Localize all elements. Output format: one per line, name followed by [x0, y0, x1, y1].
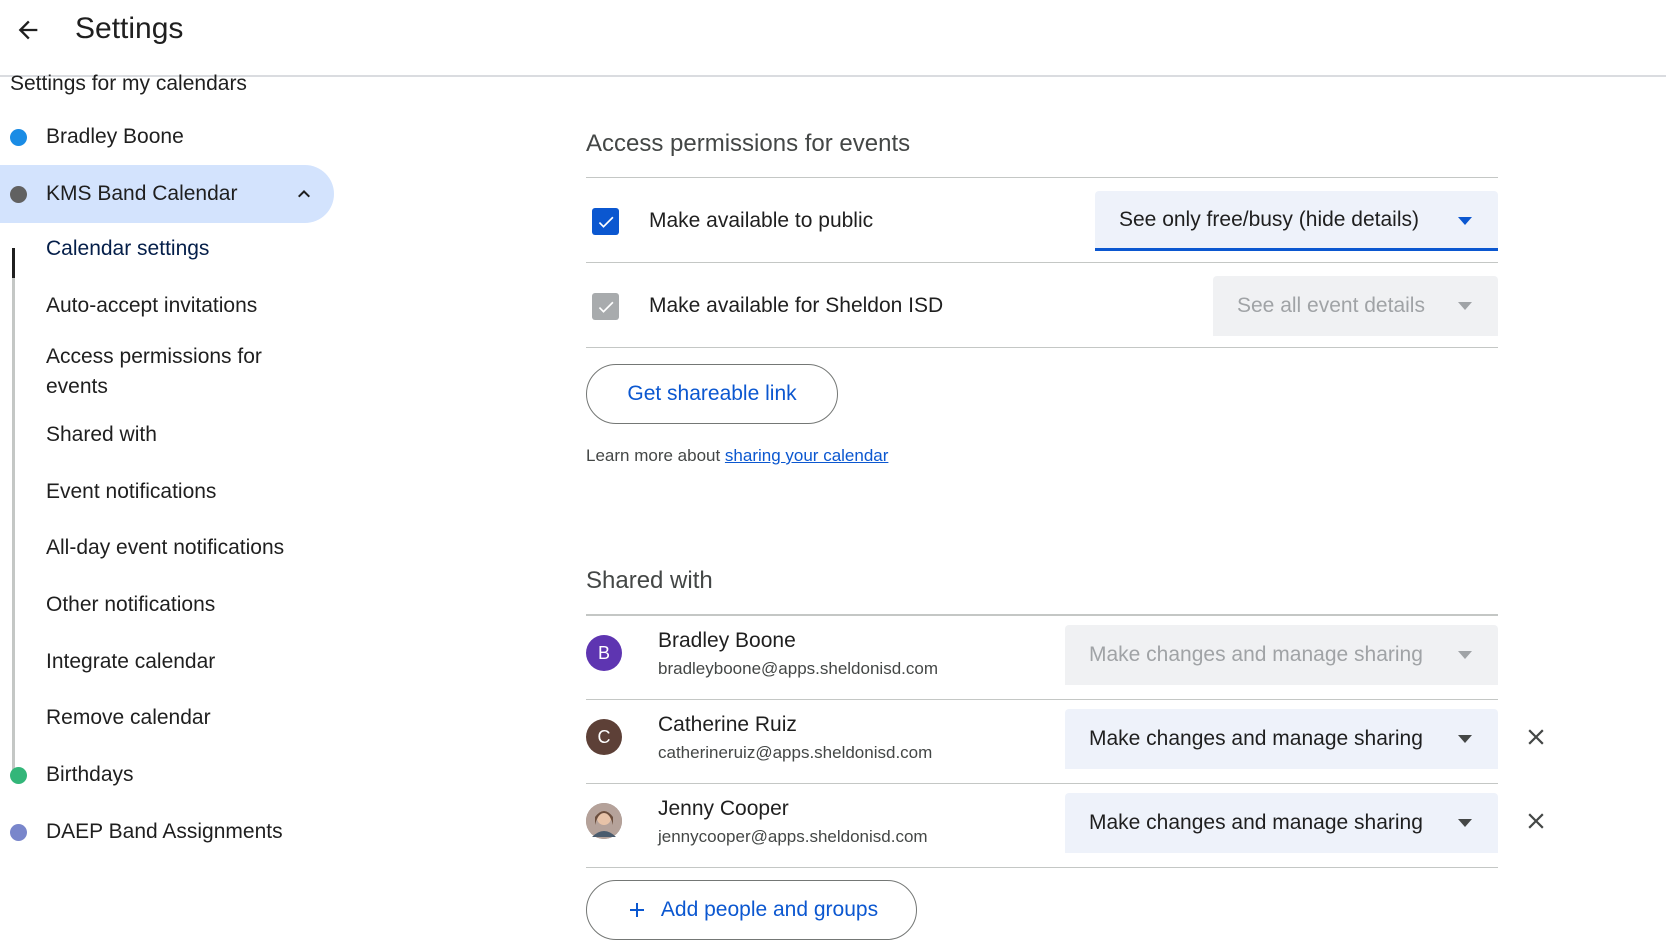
learn-more-prefix: Learn more about	[586, 446, 725, 465]
top-bar: Settings	[0, 0, 1666, 77]
sidebar-section-title: Settings for my calendars	[10, 72, 247, 95]
dropdown-arrow-icon	[1458, 735, 1472, 743]
public-label: Make available to public	[649, 209, 874, 232]
close-icon	[1528, 729, 1544, 745]
add-people-label: Add people and groups	[660, 898, 879, 921]
back-button[interactable]	[8, 10, 48, 50]
calendar-color-dot	[10, 766, 27, 784]
sub-item-auto-accept[interactable]: Auto-accept invitations	[46, 291, 306, 321]
select-value: Make changes and manage sharing	[1089, 727, 1423, 750]
divider	[586, 783, 1498, 784]
sub-item-calendar-settings[interactable]: Calendar settings	[46, 234, 306, 264]
plus-icon	[629, 903, 644, 917]
person-name: Bradley Boone	[658, 629, 796, 652]
sub-item-event-notifications[interactable]: Event notifications	[46, 477, 306, 507]
org-label: Make available for Sheldon ISD	[649, 294, 944, 317]
sidebar-item-bradley-boone[interactable]: Bradley Boone	[0, 108, 334, 166]
divider	[586, 867, 1498, 868]
learn-more-text: Learn more about sharing your calendar	[586, 446, 888, 466]
get-shareable-link-button[interactable]: Get shareable link	[586, 364, 838, 424]
person-name: Catherine Ruiz	[658, 713, 797, 736]
person-permission-select[interactable]: Make changes and manage sharing	[1065, 709, 1498, 769]
select-value: See only free/busy (hide details)	[1119, 207, 1419, 231]
avatar: B	[586, 635, 622, 671]
dropdown-arrow-icon	[1458, 302, 1472, 310]
close-icon	[1528, 813, 1544, 829]
check-icon	[598, 216, 613, 228]
remove-person-button[interactable]	[1518, 719, 1554, 755]
dropdown-arrow-icon	[1458, 819, 1472, 827]
sidebar-item-kms-band-calendar[interactable]: KMS Band Calendar	[0, 165, 334, 223]
person-email: jennycooper@apps.sheldonisd.com	[658, 827, 928, 846]
public-permission-select[interactable]: See only free/busy (hide details)	[1095, 191, 1498, 251]
sidebar-item-daep-band-assignments[interactable]: DAEP Band Assignments	[0, 803, 334, 861]
page-title: Settings	[75, 12, 184, 45]
divider	[586, 262, 1498, 263]
person-email: catherineruiz@apps.sheldonisd.com	[658, 743, 933, 762]
sidebar-item-birthdays[interactable]: Birthdays	[0, 746, 334, 804]
sub-item-shared-with[interactable]: Shared with	[46, 420, 306, 450]
add-people-button[interactable]: Add people and groups	[586, 880, 917, 940]
person-permission-select: Make changes and manage sharing	[1065, 625, 1498, 685]
sub-item-remove-calendar[interactable]: Remove calendar	[46, 703, 306, 733]
chevron-up-icon[interactable]	[292, 182, 316, 206]
sub-item-access-permissions[interactable]: Access permissions for events	[46, 342, 276, 402]
sharing-calendar-link[interactable]: sharing your calendar	[725, 446, 888, 465]
sub-nav-active-indicator	[12, 248, 15, 278]
remove-person-button[interactable]	[1518, 803, 1554, 839]
dropdown-arrow-icon	[1458, 651, 1472, 659]
divider	[586, 177, 1498, 178]
avatar	[586, 803, 622, 839]
person-email: bradleyboone@apps.sheldonisd.com	[658, 659, 938, 678]
person-permission-select[interactable]: Make changes and manage sharing	[1065, 793, 1498, 853]
arrow-back-icon	[18, 20, 38, 40]
sidebar-item-label: DAEP Band Assignments	[46, 820, 283, 843]
check-icon	[598, 301, 613, 313]
org-permission-select: See all event details	[1213, 276, 1498, 336]
sub-item-all-day-notifications[interactable]: All-day event notifications	[46, 533, 306, 563]
sidebar-item-label: KMS Band Calendar	[46, 182, 238, 205]
user-photo-icon	[586, 803, 622, 839]
sidebar: Settings for my calendars Bradley Boone …	[0, 72, 340, 943]
calendar-color-dot	[10, 128, 27, 146]
public-checkbox[interactable]	[592, 208, 619, 235]
shared-with-title: Shared with	[586, 567, 713, 594]
avatar: C	[586, 719, 622, 755]
divider	[586, 614, 1498, 616]
calendar-color-dot	[10, 185, 27, 203]
select-value: Make changes and manage sharing	[1089, 643, 1423, 666]
access-permissions-title: Access permissions for events	[586, 130, 911, 157]
person-name: Jenny Cooper	[658, 797, 789, 820]
select-value: See all event details	[1237, 294, 1425, 317]
sidebar-item-label: Birthdays	[46, 763, 134, 786]
sub-item-integrate-calendar[interactable]: Integrate calendar	[46, 647, 306, 677]
dropdown-arrow-icon	[1458, 217, 1472, 225]
sub-nav-rail	[12, 248, 15, 781]
divider	[586, 699, 1498, 700]
sub-item-other-notifications[interactable]: Other notifications	[46, 590, 306, 620]
select-value: Make changes and manage sharing	[1089, 811, 1423, 834]
calendar-color-dot	[10, 823, 27, 841]
org-checkbox[interactable]	[592, 293, 619, 320]
divider	[586, 347, 1498, 348]
sidebar-item-label: Bradley Boone	[46, 125, 184, 148]
